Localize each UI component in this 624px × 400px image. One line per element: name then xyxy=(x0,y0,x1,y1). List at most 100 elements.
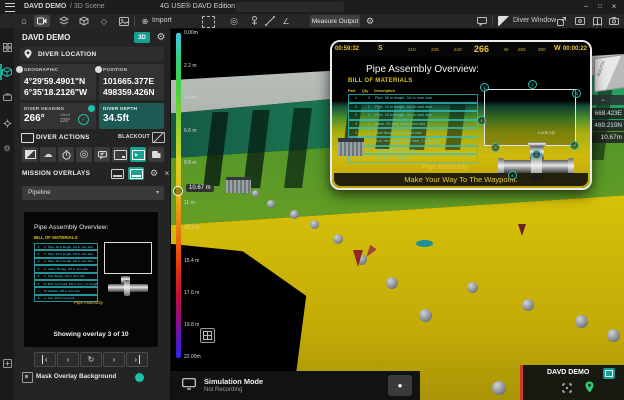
focus-crosshair-icon[interactable] xyxy=(561,382,573,394)
waypoint-sphere xyxy=(252,190,259,197)
rail-equipment-icon[interactable] xyxy=(2,118,12,128)
depth-marker-badge: 10.67 m xyxy=(186,184,214,192)
titlebar-field[interactable] xyxy=(236,2,344,12)
sidebar-gear-icon[interactable]: ⚙ xyxy=(154,30,168,44)
blackout-icon[interactable] xyxy=(152,132,165,143)
bom-row: 610Bolt, hex head, 3/8 in nom, 1 in leng… xyxy=(348,137,478,146)
rail-3d-scene-icon[interactable] xyxy=(2,67,12,77)
scale-tick: 17.6 m xyxy=(184,290,199,296)
waypoint-banner-text: Make Your Way To The Waypoint. xyxy=(404,175,518,184)
cube-icon[interactable] xyxy=(78,15,90,27)
diver-window-label[interactable]: Diver Window xyxy=(513,14,556,28)
waypoint-sphere xyxy=(607,329,620,342)
bom-row: 22Pipe, 24 in length, 3/4 in nom size xyxy=(348,103,478,112)
assembly-diagram-rect xyxy=(484,89,576,146)
action-cloud[interactable]: ☁ xyxy=(40,147,56,162)
diver-marker-icon[interactable] xyxy=(248,15,260,27)
diver-depth-card: DIVER DEPTH 34.5ft xyxy=(99,103,164,129)
overlay-next-button[interactable]: › xyxy=(103,352,125,367)
action-message[interactable] xyxy=(94,147,110,162)
3d-mode-badge[interactable]: 3D xyxy=(134,32,150,43)
overlay-show-icon-active[interactable] xyxy=(128,167,144,180)
external-link-icon[interactable] xyxy=(556,16,567,26)
waypoint-banner: Make Your Way To The Waypoint. xyxy=(334,173,588,186)
record-button[interactable]: ● xyxy=(388,375,412,396)
overlay-refresh-button[interactable]: ↻ xyxy=(80,352,102,367)
action-overlay-active[interactable]: ▶ xyxy=(130,147,146,162)
look-up-label: Look Up xyxy=(538,130,555,135)
diver-actions-label: DIVER ACTIONS xyxy=(36,134,90,141)
nav-cube[interactable]: SOUTH xyxy=(594,54,624,93)
rail-toolbox-icon[interactable] xyxy=(2,92,12,102)
import-label[interactable]: Import xyxy=(152,14,172,28)
title-bar: DAVD DEMO / 3D Scene 4G USE® DAVD Editio… xyxy=(0,0,624,14)
camera-view-button[interactable] xyxy=(34,15,50,27)
action-video-panel[interactable] xyxy=(148,147,164,162)
diamond-icon[interactable]: ◇ xyxy=(98,15,110,27)
toolbar: ⌂ ◇ ⊕ Import ◎ ∠ Measure Output ⚙ Diver … xyxy=(0,14,624,29)
home-icon[interactable]: ⌂ xyxy=(18,15,30,27)
waypoint-sphere xyxy=(492,381,506,395)
diver-window-icon[interactable] xyxy=(498,16,510,26)
grid-view-button[interactable] xyxy=(200,328,215,343)
scale-tick: 11 m xyxy=(184,200,195,206)
action-blackout-display[interactable] xyxy=(22,147,38,162)
settings-gear-icon[interactable]: ⚙ xyxy=(364,15,376,27)
overlay-last-button[interactable]: › xyxy=(126,352,148,367)
maximize-button[interactable]: □ xyxy=(594,0,606,14)
logbook-icon[interactable] xyxy=(592,16,603,26)
corner-badge-icon[interactable] xyxy=(603,368,615,379)
measure-line-icon[interactable] xyxy=(264,15,276,27)
overlay-close-icon[interactable]: × xyxy=(162,167,172,180)
corner-title: DAVD DEMO xyxy=(547,369,589,376)
action-pip-window[interactable] xyxy=(112,147,128,162)
crosshair-icon[interactable]: ◎ xyxy=(228,15,240,27)
hamburger-menu[interactable] xyxy=(5,3,15,12)
heading-offset-label: Offset xyxy=(60,113,70,117)
overlay-list-icon[interactable] xyxy=(110,168,124,180)
import-icon[interactable]: ⊕ xyxy=(140,15,150,27)
rail-add-icon[interactable] xyxy=(2,358,12,368)
scale-tick: 0.00m xyxy=(184,30,198,36)
blackout-button[interactable]: BLACKOUT xyxy=(118,134,150,140)
dark-cone-marker xyxy=(518,224,526,236)
image-icon[interactable] xyxy=(118,15,130,27)
dropdown-value: Pipeline xyxy=(28,189,51,196)
overlay-first-button[interactable]: ‹ xyxy=(34,352,56,367)
camera-capture-icon[interactable] xyxy=(608,16,620,26)
location-green-pin-icon[interactable] xyxy=(585,381,594,393)
compass-hud: 00:59:32 S 210 225 240 266 W 285 300 W 0… xyxy=(332,42,590,57)
bom-row: 710Washer, 3/8 in nom size xyxy=(348,146,478,155)
action-target[interactable]: ◎ xyxy=(76,147,92,162)
overlay-settings-icon[interactable]: ⚙ xyxy=(148,167,160,180)
northing-value: 498359.426N xyxy=(103,87,155,97)
layers-icon[interactable] xyxy=(58,15,70,27)
waypoint-sphere xyxy=(333,234,343,244)
position-label: POSITION xyxy=(103,67,127,72)
scale-tick: 22.00m xyxy=(184,354,201,360)
waypoint-sphere xyxy=(419,309,432,322)
measure-output-button[interactable]: Measure Output xyxy=(310,15,360,27)
mask-icon xyxy=(22,372,33,383)
diver-heading-card: DIVER HEADING 266° Offset 220° ✓ xyxy=(20,103,96,129)
overlay-prev-button[interactable]: ‹ xyxy=(57,352,79,367)
screenshot-icon[interactable] xyxy=(574,16,586,26)
overlay-type-dropdown[interactable]: Pipeline ▾ xyxy=(22,186,164,200)
edition-label: 4G USE® DAVD Edition xyxy=(160,0,235,14)
rail-dashboard-icon[interactable] xyxy=(2,42,12,52)
rail-settings-icon[interactable]: ⚙ xyxy=(2,143,12,153)
mesh-structure xyxy=(226,177,251,193)
corner-status-panel: DAVD DEMO xyxy=(520,365,624,400)
pipe-overlay-window[interactable]: 00:59:32 S 210 225 240 266 W 285 300 W 0… xyxy=(330,40,592,190)
geographic-card: GEOGRAPHIC 4°29'59.4901"N 6°35'18.2126"W xyxy=(20,64,96,100)
compass-tick: 285 xyxy=(518,47,526,52)
action-timer[interactable] xyxy=(58,147,74,162)
angle-icon[interactable]: ∠ xyxy=(280,15,292,27)
app-title: DAVD DEMO xyxy=(24,0,66,14)
minimize-button[interactable]: – xyxy=(580,0,592,14)
frame-select-icon[interactable] xyxy=(202,16,215,28)
close-button[interactable]: × xyxy=(608,0,620,14)
chat-icon[interactable] xyxy=(476,16,488,27)
callout-circle: 7 xyxy=(570,141,579,150)
bom-row: 12Pipe, 36 in length, 3/4 in nom size xyxy=(348,94,478,103)
